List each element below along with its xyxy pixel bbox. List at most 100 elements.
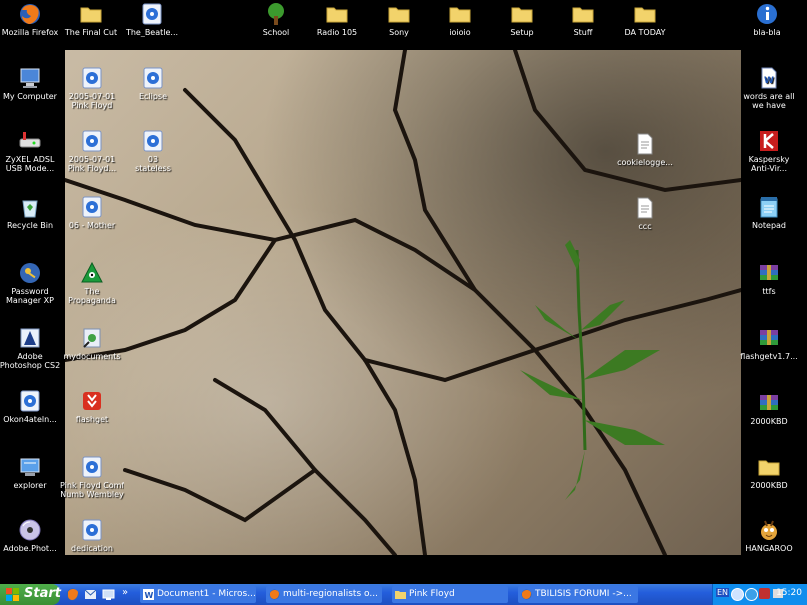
- icon-label: 2000KBD: [750, 481, 788, 490]
- folder-icon: [80, 7, 102, 23]
- desktop-icon-explorer[interactable]: explorer: [0, 455, 62, 490]
- icon-label: Eclipse: [138, 92, 168, 101]
- desktop-icon-stateless[interactable]: 03 stateless: [121, 129, 185, 173]
- desktop-icon-dedication[interactable]: dedication: [60, 518, 124, 553]
- desktop-icon-da-today[interactable]: DA TODAY: [613, 2, 677, 37]
- icon-label: ioioio: [449, 28, 471, 37]
- icon-label-line2: stateless: [135, 164, 171, 173]
- desktop-icon-ttfs[interactable]: ttfs: [737, 261, 801, 296]
- icon-label: Setup: [510, 28, 534, 37]
- icon-label-line2: Numb Wembley: [60, 490, 124, 499]
- icon-label: Mozilla Firefox: [1, 28, 59, 37]
- desktop-icon-hangaroo[interactable]: HANGAROO: [737, 518, 801, 553]
- taskbar-clock[interactable]: 15:20: [776, 588, 802, 598]
- tray-help-icon[interactable]: [731, 588, 744, 601]
- icon-label: Adobe.Phot...: [3, 544, 57, 553]
- folder-icon: [572, 7, 594, 23]
- icon-label: Notepad: [752, 221, 786, 230]
- desktop-icon-adobe-phot[interactable]: Adobe.Phot...: [0, 518, 62, 553]
- desktop-icon-comfortably-numb[interactable]: Pink Floyd Comfortably Numb Wembley: [60, 455, 124, 499]
- icon-label: 2000KBD: [750, 417, 788, 426]
- desktop-icon-my-computer[interactable]: My Computer: [0, 66, 62, 101]
- desktop-icon-password-manager[interactable]: Password Manager XP: [0, 261, 62, 305]
- folder-icon: [449, 7, 471, 23]
- media-file-icon: [143, 67, 163, 89]
- icon-label: cookielogge...: [617, 158, 673, 167]
- desktop-icon-final-cut[interactable]: The Final Cut: [59, 2, 123, 37]
- desktop-icon-bla-bla[interactable]: bla-bla: [735, 2, 799, 37]
- svg-text:W: W: [145, 591, 154, 600]
- modem-icon: [19, 132, 41, 148]
- icon-label: Stuff: [573, 28, 593, 37]
- desktop-icon-firefox[interactable]: Mozilla Firefox: [0, 2, 62, 37]
- start-button[interactable]: Start: [0, 584, 61, 605]
- icon-label-line2: we have: [752, 101, 786, 110]
- quicklaunch-overflow-icon[interactable]: »: [122, 587, 128, 598]
- folder-icon: [511, 7, 533, 23]
- desktop-icon-2000kbd-folder[interactable]: 2000KBD: [737, 455, 801, 490]
- taskbar-button-multi-regionalists[interactable]: multi-regionalists o...: [266, 586, 382, 603]
- icon-label: Okon4ateln...: [3, 415, 57, 424]
- icon-label-line2: Pink Floyd...: [67, 164, 117, 173]
- icon-label: bla-bla: [753, 28, 781, 37]
- icon-label: Password: [11, 287, 49, 296]
- taskbar-button-label: TBILISIS FORUMI ->...: [535, 589, 632, 599]
- desktop-icon-kaspersky[interactable]: Kaspersky Anti-Vir...: [737, 129, 801, 173]
- icon-label: Sony: [389, 28, 409, 37]
- wallpaper-cracks: [65, 50, 741, 555]
- taskbar-button-pink-floyd[interactable]: Pink Floyd: [392, 586, 508, 603]
- taskbar-button-label: Document1 - Micros...: [157, 589, 256, 599]
- explorer-icon: [20, 458, 40, 476]
- quicklaunch-outlook-icon[interactable]: [84, 588, 97, 601]
- desktop-icon-okon4ateln[interactable]: Okon4ateln...: [0, 389, 62, 424]
- icon-label: 2005-07-01: [68, 92, 116, 101]
- desktop-icon-photoshop[interactable]: Adobe Photoshop CS2: [0, 326, 62, 370]
- desktop-icon-radio-105[interactable]: Radio 105: [305, 2, 369, 37]
- desktop-icon-mydocuments[interactable]: mydocuments: [60, 326, 124, 361]
- desktop-icon-eclipse[interactable]: Eclipse: [121, 66, 185, 101]
- desktop-icon-words-are-all[interactable]: W words are all we have: [737, 66, 801, 110]
- quicklaunch-firefox-icon[interactable]: [66, 588, 79, 601]
- desktop: Mozilla Firefox The Final Cut The_Beatle…: [0, 0, 807, 584]
- desktop-icon-ioioio[interactable]: ioioio: [428, 2, 492, 37]
- icon-label-line2: Propaganda: [68, 296, 116, 305]
- desktop-icon-notepad[interactable]: Notepad: [737, 195, 801, 230]
- desktop-icon-pink-floyd-1[interactable]: 2005-07-01 Pink Floyd: [60, 66, 124, 110]
- desktop-icon-mother[interactable]: 06 - Mother: [60, 195, 124, 230]
- desktop-icon-zyxel[interactable]: ZyXEL ADSL USB Mode...: [0, 129, 62, 173]
- folder-icon: [634, 7, 656, 23]
- desktop-icon-sony[interactable]: Sony: [367, 2, 431, 37]
- desktop-icon-stuff[interactable]: Stuff: [551, 2, 615, 37]
- desktop-icon-pink-floyd-2[interactable]: 2005-07-01 Pink Floyd...: [60, 129, 124, 173]
- icon-label-line2: Pink Floyd: [71, 101, 113, 110]
- notepad-icon: [760, 197, 778, 218]
- cd-icon: [19, 519, 41, 541]
- desktop-icon-2000kbd-archive[interactable]: 2000KBD: [737, 391, 801, 426]
- desktop-icon-recycle-bin[interactable]: Recycle Bin: [0, 195, 62, 230]
- recycle-bin-icon: [22, 200, 38, 218]
- desktop-icon-flashget[interactable]: flashget: [60, 389, 124, 424]
- icon-label-line2: Manager XP: [6, 296, 54, 305]
- icon-label: Recycle Bin: [6, 221, 54, 230]
- winrar-icon: [760, 330, 778, 345]
- folder-icon: [758, 460, 780, 476]
- desktop-icon-setup[interactable]: Setup: [490, 2, 554, 37]
- tray-antivirus-icon[interactable]: [759, 588, 770, 599]
- desktop-icon-ccc[interactable]: ccc: [613, 196, 677, 231]
- quicklaunch-desktop-icon[interactable]: [102, 588, 115, 601]
- icon-label: Adobe: [17, 352, 43, 361]
- media-file-icon: [143, 130, 163, 152]
- tray-network-icon[interactable]: [745, 588, 758, 601]
- desktop-icon-cookielogger[interactable]: cookielogge...: [613, 132, 677, 167]
- desktop-icon-beatles[interactable]: The_Beatle...: [120, 2, 184, 37]
- password-manager-icon: [20, 263, 40, 283]
- taskbar-button-tbilisis-forumi[interactable]: TBILISIS FORUMI ->...: [518, 586, 638, 603]
- taskbar-button-document1[interactable]: W Document1 - Micros...: [140, 586, 256, 603]
- desktop-icon-school[interactable]: School: [244, 2, 308, 37]
- icon-label: Radio 105: [316, 28, 358, 37]
- desktop-icon-flashgetv17[interactable]: flashgetv1.7...: [737, 326, 801, 361]
- firefox-icon: [269, 589, 280, 600]
- language-indicator[interactable]: EN: [716, 588, 730, 597]
- desktop-icon-propaganda[interactable]: The Propaganda: [60, 261, 124, 305]
- icon-label: My Computer: [3, 92, 57, 101]
